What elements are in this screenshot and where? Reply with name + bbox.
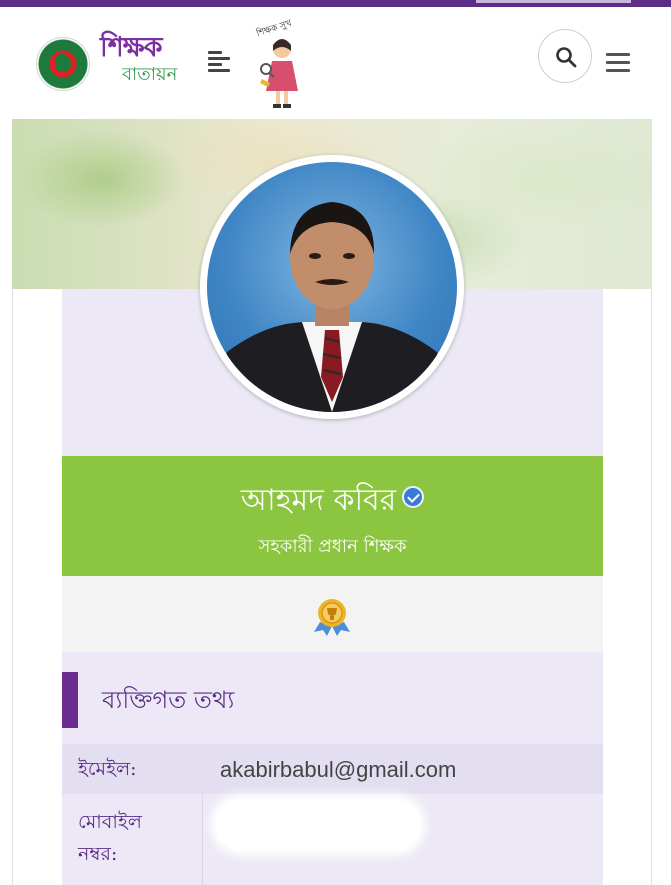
align-left-icon[interactable] — [208, 51, 232, 72]
mobile-row: মোবাইল নম্বর: — [62, 794, 603, 885]
mobile-label-line2: নম্বর: — [78, 843, 118, 865]
brand-logo[interactable]: শিক্ষক বাতায়ন — [100, 27, 210, 87]
mascot-girl-image: শিক্ষক সুখ — [242, 19, 318, 111]
section-accent-bar — [62, 672, 78, 728]
top-accent-bar — [0, 0, 671, 7]
profile-avatar[interactable] — [200, 155, 464, 419]
badge-row — [62, 576, 603, 652]
site-header: শিক্ষক বাতায়ন শিক্ষক সুখ — [12, 7, 652, 119]
email-label: ইমেইল: — [78, 758, 137, 780]
mobile-value-redacted — [216, 800, 420, 850]
profile-name: আহমদ কবির — [240, 483, 397, 518]
verified-check-icon — [402, 486, 425, 508]
email-value[interactable]: akabirbabul@gmail.com — [220, 757, 456, 783]
profile-role: সহকারী প্রধান শিক্ষক — [258, 536, 407, 557]
section-title: ব্যক্তিগত তথ্য — [102, 686, 235, 714]
name-banner: আহমদ কবির সহকারী প্রধান শিক্ষক — [62, 456, 603, 576]
search-icon — [556, 47, 577, 68]
bangladesh-government-seal-icon[interactable] — [36, 37, 90, 91]
email-row: ইমেইল: akabirbabul@gmail.com — [62, 744, 603, 794]
search-button[interactable] — [538, 29, 592, 83]
profile-name-row: আহমদ কবির — [62, 476, 603, 527]
brand-subtitle: বাতায়ন — [122, 64, 178, 85]
personal-info-header: ব্যক্তিগত তথ্য — [62, 652, 603, 744]
award-medal-icon[interactable] — [312, 596, 352, 636]
hamburger-icon[interactable] — [606, 53, 630, 75]
mobile-label-line1: মোবাইল — [78, 811, 142, 833]
